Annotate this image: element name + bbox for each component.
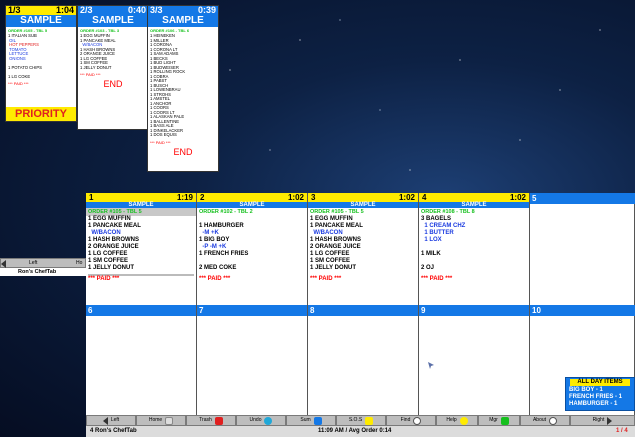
ticket-items: 1 ITALIAN SUB OIL HOT PEPPERS TOMATO LET…: [8, 33, 42, 79]
arrow-left-icon: [102, 416, 108, 425]
mini-ticket-1[interactable]: 1/3 1:04 SAMPLE ORDER #105 - TBL 5 1 ITAL…: [5, 5, 77, 122]
ticket-number: 2: [200, 193, 205, 202]
sum-button[interactable]: Sum: [286, 415, 336, 426]
ticket-number: 4: [422, 193, 427, 202]
status-bar: 4 Ron's ChefTab 11:09 AM / Avg Order 0:1…: [86, 426, 635, 437]
left-button[interactable]: Left: [29, 259, 37, 267]
mini-ticket-3[interactable]: 3/3 0:39 SAMPLE ORDER #106 - TBL 6 1 HEIN…: [147, 5, 219, 172]
right-button[interactable]: Right: [570, 415, 635, 426]
mini-ticket-header: 1/3 1:04: [6, 6, 76, 15]
ticket-number: 1: [89, 193, 94, 202]
empty-slot-8-header: 8: [308, 305, 419, 316]
arrow-right-icon: [607, 416, 613, 425]
end-label: END: [173, 146, 193, 157]
ticket-timer: 0:39: [197, 5, 216, 15]
help-button[interactable]: Help: [436, 415, 478, 426]
manager-icon: [500, 416, 509, 425]
ticket-timer: 1:02: [398, 193, 415, 202]
ticket-items: 1 HEINEKEN 1 MILLER 1 CORONA 1 CORONA LT…: [150, 33, 186, 137]
ticket-number: 1/3: [8, 5, 21, 15]
undo-button[interactable]: Undo: [236, 415, 286, 426]
ticket-header: 4 1:02: [419, 193, 529, 202]
ticket-title: SAMPLE: [148, 15, 218, 27]
mini-ticket-header: 2/3 0:40: [78, 6, 148, 15]
home-button[interactable]: Home: [136, 415, 186, 426]
end-label: END: [103, 79, 123, 89]
page-indicator: 1 / 4: [616, 428, 628, 434]
search-icon: [413, 416, 422, 425]
ticket-header: 1 1:19: [86, 193, 196, 202]
status-left: 4 Ron's ChefTab: [90, 428, 137, 434]
paid-label: *** PAID ***: [421, 276, 453, 282]
empty-slot-5-header: 5: [530, 193, 635, 204]
home-button-partial[interactable]: Ho: [76, 259, 82, 267]
arrow-left-icon: [1, 260, 6, 268]
all-day-row: FRENCH FRIES - 1: [569, 394, 623, 400]
empty-slot-10-header: 10: [530, 305, 635, 316]
sum-icon: [313, 416, 322, 425]
ticket-header: 3 1:02: [308, 193, 418, 202]
order-line: ORDER #105 - TBL 5: [310, 209, 364, 215]
order-line: ORDER #105 - TBL 5: [86, 208, 196, 216]
all-day-row: BIG BOY - 1: [569, 387, 603, 393]
home-icon: [165, 416, 174, 425]
help-icon: [459, 416, 468, 425]
all-day-title: ALL DAY ITEMS: [570, 379, 630, 386]
left-button[interactable]: Left: [86, 415, 136, 426]
empty-slot-7-header: 7: [197, 305, 308, 316]
empty-slot-6[interactable]: [86, 316, 197, 415]
ticket-items: 1 EGG MUFFIN 1 PANCAKE MEAL W/BACON 1 HA…: [88, 216, 141, 271]
ticket-3[interactable]: 3 1:02 SAMPLE ORDER #105 - TBL 5 1 EGG MU…: [308, 193, 419, 305]
ticket-title: SAMPLE: [78, 15, 148, 27]
undo-icon: [264, 416, 273, 425]
manager-button[interactable]: Mgr: [478, 415, 520, 426]
empty-slot-7[interactable]: [197, 316, 308, 415]
ticket-4[interactable]: 4 1:02 SAMPLE ORDER #108 - TBL 8 3 BAGELS…: [419, 193, 530, 305]
all-day-items-panel: ALL DAY ITEMS BIG BOY - 1 FRENCH FRIES -…: [565, 377, 635, 411]
about-button[interactable]: About: [520, 415, 570, 426]
empty-slot-9-header: 9: [419, 305, 530, 316]
left-panel-footer: Ron's ChefTab: [0, 268, 86, 276]
ticket-title: SAMPLE: [6, 15, 76, 27]
trash-button[interactable]: Trash: [186, 415, 236, 426]
ticket-timer: 1:02: [287, 193, 304, 202]
sos-button[interactable]: S.O.S: [336, 415, 386, 426]
paid-label: *** PAID ***: [8, 81, 29, 86]
order-line: ORDER #102 - TBL 2: [199, 209, 253, 215]
empty-slot-5[interactable]: [530, 204, 635, 305]
ticket-items: 1 EGG MUFFIN 1 PANCAKE MEAL W/BACON 1 HA…: [80, 33, 116, 70]
empty-slot-6-header: 6: [86, 305, 197, 316]
ticket-2[interactable]: 2 1:02 SAMPLE ORDER #102 - TBL 2 1 HAMBUR…: [197, 193, 308, 305]
ticket-number: 2/3: [80, 5, 93, 15]
mini-ticket-2[interactable]: 2/3 0:40 SAMPLE ORDER #103 - TBL 3 1 EGG …: [77, 5, 149, 130]
all-day-row: HAMBURGER - 1: [569, 401, 618, 407]
find-button[interactable]: Find: [386, 415, 436, 426]
ticket-timer: 1:19: [176, 193, 193, 202]
ticket-items: 1 EGG MUFFIN 1 PANCAKE MEAL W/BACON 1 HA…: [310, 216, 363, 271]
paid-label: *** PAID ***: [80, 72, 101, 77]
ticket-header: 2 1:02: [197, 193, 307, 202]
ticket-number: 3: [311, 193, 316, 202]
status-clock-average: 11:09 AM / Avg Order 0:14: [318, 428, 392, 434]
info-icon: [549, 416, 558, 425]
paid-label: *** PAID ***: [88, 276, 120, 282]
ticket-items: 3 BAGELS 1 CREAM CHZ 1 BUTTER 1 LOX 1 MI…: [421, 216, 466, 271]
paid-label: *** PAID ***: [199, 276, 231, 282]
order-line: ORDER #108 - TBL 8: [421, 209, 475, 215]
paid-label: *** PAID ***: [310, 276, 342, 282]
mini-ticket-header: 3/3 0:39: [148, 6, 218, 15]
ticket-1[interactable]: 1 1:19 SAMPLE ORDER #105 - TBL 5 1 EGG MU…: [86, 193, 197, 305]
cursor-icon: [428, 362, 434, 369]
sos-icon: [365, 416, 374, 425]
left-panel-button-bar: Left Ho: [0, 258, 86, 268]
paid-label: *** PAID ***: [150, 139, 171, 145]
ticket-timer: 1:02: [509, 193, 526, 202]
priority-banner: PRIORITY: [6, 107, 76, 121]
ticket-timer: 0:40: [127, 5, 146, 15]
trash-icon: [214, 416, 223, 425]
ticket-items: 1 HAMBURGER -M +K 1 BIG BOY -P -M +K 1 F…: [199, 223, 249, 271]
ticket-number: 3/3: [150, 5, 163, 15]
empty-slot-8[interactable]: [308, 316, 419, 415]
ticket-timer: 1:04: [55, 5, 74, 15]
